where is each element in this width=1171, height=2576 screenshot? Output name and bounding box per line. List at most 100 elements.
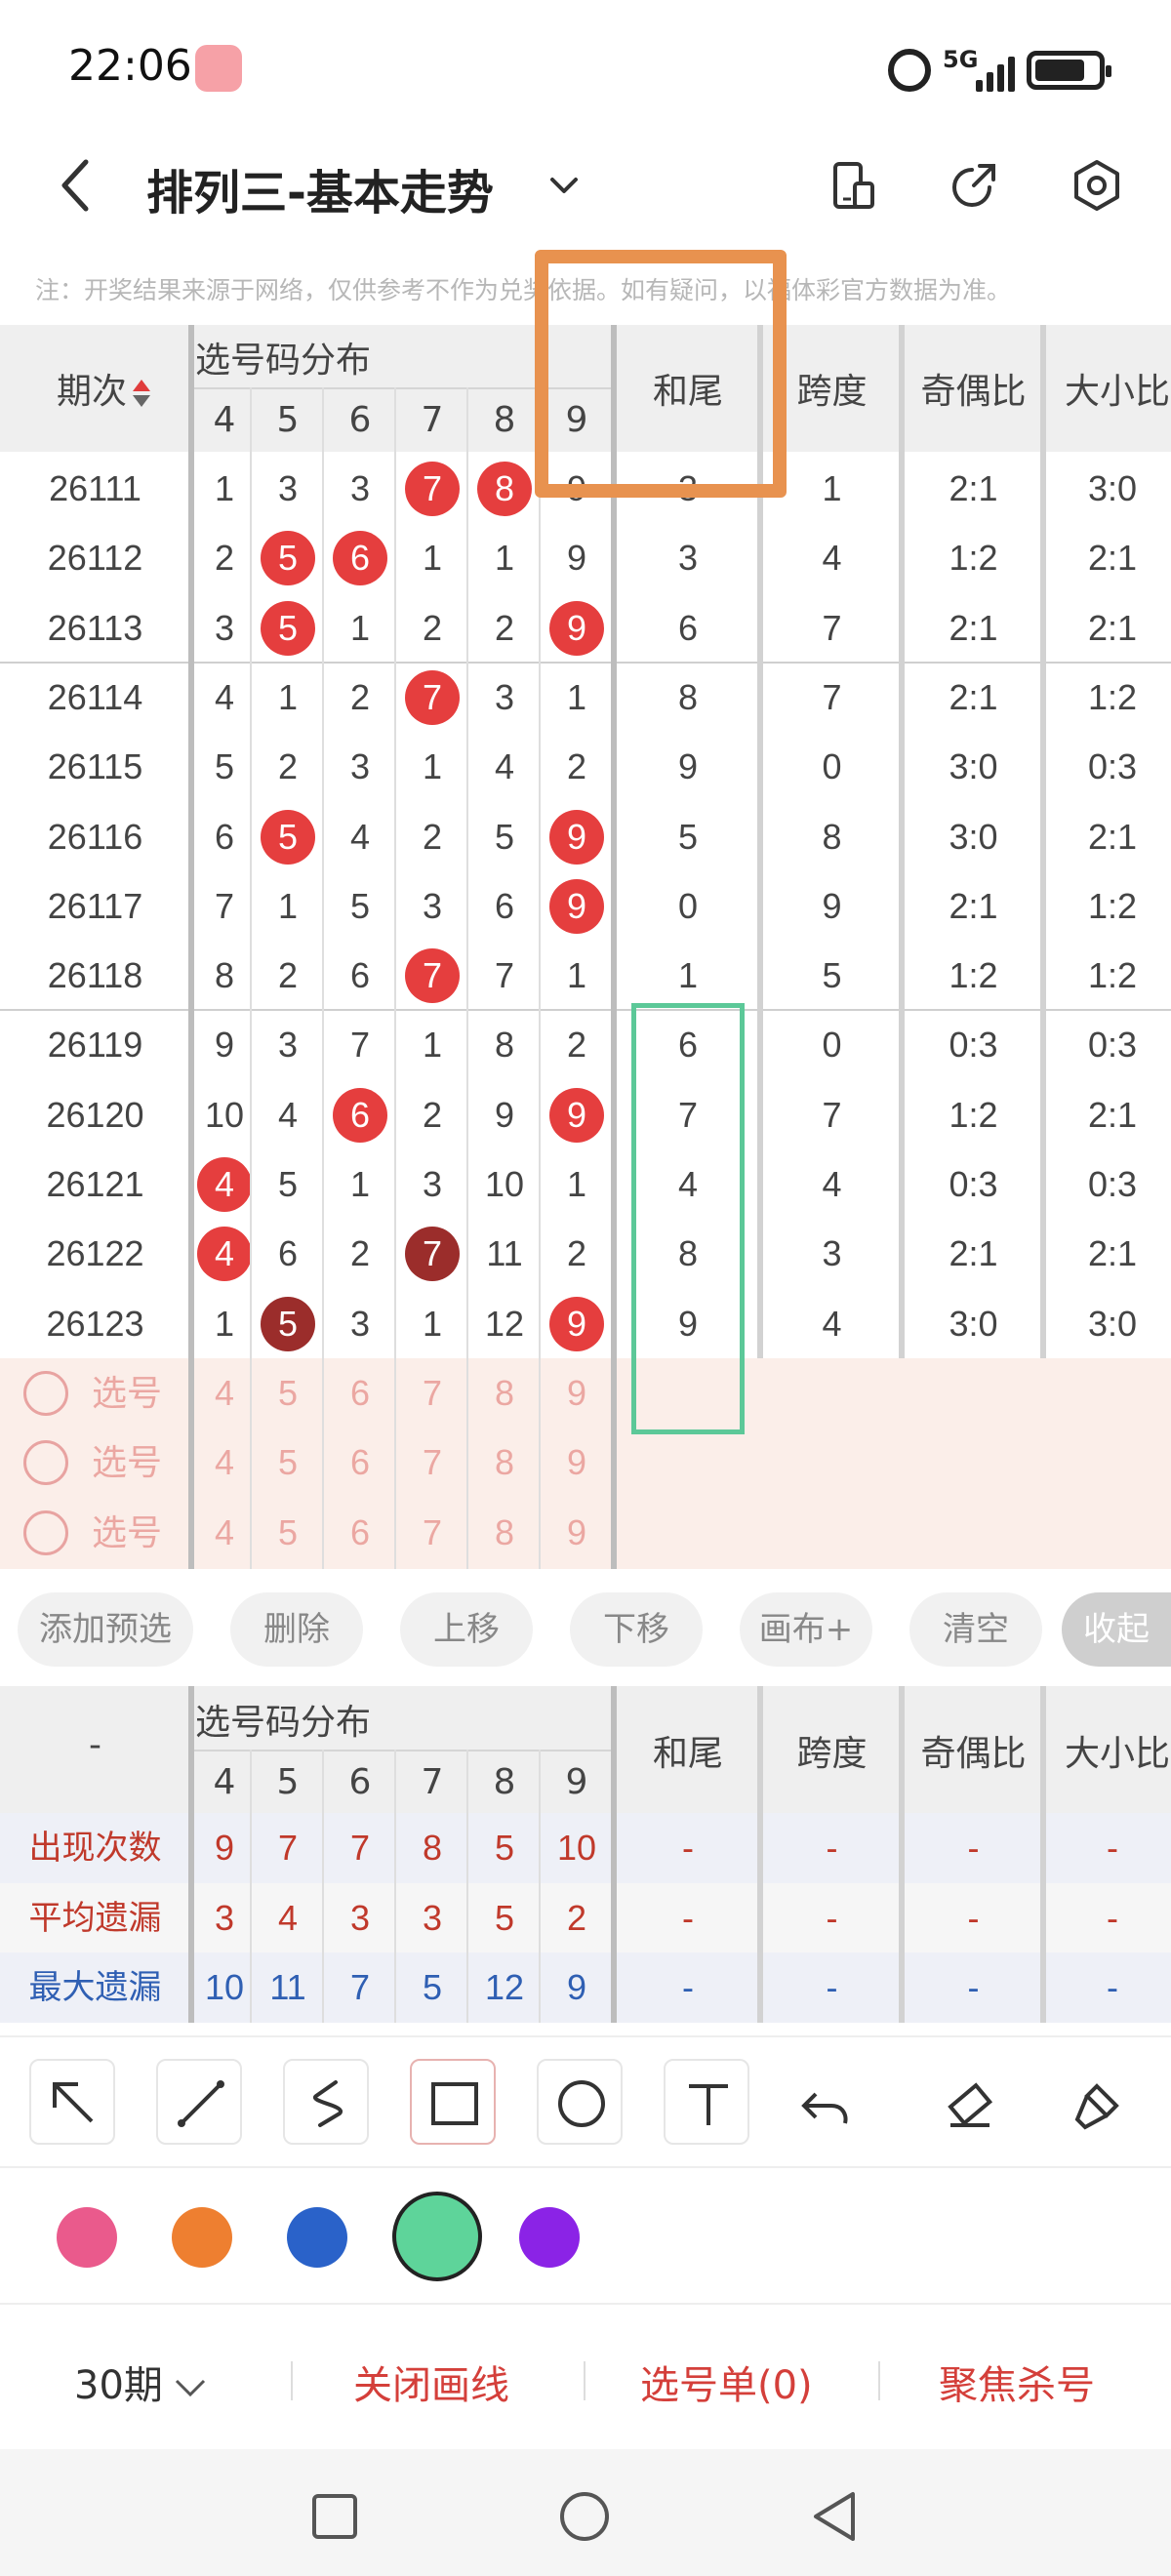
eraser-icon[interactable] (941, 2076, 999, 2135)
canvas-plus-button[interactable]: 画布+ (740, 1592, 872, 1667)
text-tool[interactable] (664, 2059, 749, 2145)
digit-cell: 5 (494, 816, 515, 857)
recents-icon[interactable] (310, 2492, 359, 2541)
color-palette (0, 2166, 1171, 2303)
preselect-digit[interactable]: 6 (324, 1358, 396, 1429)
close-line-button[interactable]: 关闭画线 (353, 2354, 509, 2410)
jiou-cell: 3:0 (949, 816, 998, 857)
digit-cell: 6 (214, 816, 235, 857)
stats-value: 3 (214, 1897, 235, 1938)
digit-cell: 9 (541, 1080, 613, 1150)
arrow-tool[interactable] (29, 2059, 115, 2145)
home-icon[interactable] (558, 2490, 611, 2543)
collapse-button[interactable]: 收起 (1062, 1592, 1171, 1667)
table-row[interactable]: 26113 3 5 1 2 2 9 6 7 2:1 2:1 (0, 593, 1171, 664)
color-swatch-purple[interactable] (519, 2207, 580, 2268)
preselect-digit[interactable]: 5 (252, 1498, 324, 1568)
color-swatch-orange[interactable] (172, 2207, 232, 2268)
preselect-digit[interactable]: 8 (468, 1358, 541, 1429)
delete-button[interactable]: 删除 (230, 1592, 363, 1667)
stats-daxiao-header: 大小比 (1064, 1734, 1170, 1774)
digit-cell: 5 (214, 746, 235, 787)
table-row[interactable]: 26116 6 5 4 2 5 9 5 8 3:0 2:1 (0, 802, 1171, 872)
add-preselect-button[interactable]: 添加预选 (18, 1592, 193, 1667)
preselect-digit[interactable]: 7 (396, 1428, 468, 1498)
undo-icon[interactable] (798, 2078, 853, 2133)
back-nav-icon[interactable] (810, 2490, 859, 2543)
preselect-digit[interactable]: 4 (193, 1358, 256, 1429)
kuadu-cell: 3 (822, 1233, 842, 1274)
move-up-button[interactable]: 上移 (400, 1592, 533, 1667)
curve-tool[interactable] (283, 2059, 369, 2145)
hit-ball: 4 (197, 1157, 252, 1212)
line-icon (178, 2080, 224, 2127)
kuadu-cell: 9 (822, 885, 842, 926)
color-swatch-pink[interactable] (57, 2207, 117, 2268)
drawn-rectangle-orange[interactable] (535, 250, 787, 498)
kuadu-cell: 7 (822, 1094, 842, 1135)
preselect-digit[interactable]: 6 (324, 1498, 396, 1568)
hit-ball: 5 (261, 809, 315, 865)
drawn-rectangle-green[interactable] (631, 1003, 745, 1434)
digit-cell: 4 (214, 676, 235, 717)
table-row[interactable]: 26121 4 5 1 3 10 1 4 4 0:3 0:3 (0, 1149, 1171, 1220)
pick-list-button[interactable]: 选号单(0) (640, 2354, 813, 2410)
preselect-digit[interactable]: 9 (541, 1358, 613, 1429)
preselect-digit[interactable]: 7 (396, 1498, 468, 1568)
preselect-digit[interactable]: 8 (468, 1498, 541, 1568)
focus-kill-button[interactable]: 聚焦杀号 (939, 2354, 1095, 2410)
preselect-digit[interactable]: 5 (252, 1428, 324, 1498)
circle-tool[interactable] (537, 2059, 623, 2145)
preselect-digit[interactable]: 8 (468, 1428, 541, 1498)
digit-cell: 10 (484, 1164, 525, 1204)
digit-cell: 1 (277, 676, 299, 717)
color-swatch-blue[interactable] (287, 2207, 347, 2268)
divider (394, 1750, 396, 2023)
stats-dash: - (1107, 1828, 1118, 1868)
hit-ball: 8 (477, 462, 532, 516)
digit-cell: 4 (494, 746, 515, 787)
preselect-digit[interactable]: 4 (193, 1428, 256, 1498)
clear-button[interactable]: 清空 (909, 1592, 1042, 1667)
sort-icon[interactable] (131, 376, 152, 411)
table-row[interactable]: 26122 4 6 2 7 11 2 8 3 2:1 2:1 (0, 1219, 1171, 1289)
color-swatch-green-selected[interactable] (392, 2192, 482, 2281)
jiou-cell: 2:1 (949, 607, 998, 648)
period-cell: 26111 (49, 468, 141, 508)
preselect-digit[interactable]: 7 (396, 1358, 468, 1429)
table-row[interactable]: 26123 1 5 3 1 12 9 9 4 3:0 3:0 (0, 1289, 1171, 1359)
table-row[interactable]: 26119 9 3 7 1 8 2 6 0 0:3 0:3 (0, 1010, 1171, 1080)
table-row[interactable]: 26120 10 4 6 2 9 9 7 7 1:2 2:1 (0, 1080, 1171, 1150)
stats-row: 最大遗漏 10 11 7 5 12 9 - - - - (0, 1952, 1171, 2023)
table-row[interactable]: 26112 2 5 6 1 1 9 3 4 1:2 2:1 (0, 523, 1171, 593)
preselect-digit[interactable]: 9 (541, 1498, 613, 1568)
digit-cell: 2 (566, 1233, 587, 1274)
divider (188, 325, 194, 1569)
preselect-digit[interactable]: 9 (541, 1428, 613, 1498)
digit-cell: 5 (349, 885, 371, 926)
table-row[interactable]: 26118 8 2 6 7 7 1 1 5 1:2 1:2 (0, 941, 1171, 1011)
preselect-row[interactable]: 选号 4 5 6 7 8 9 (0, 1358, 1171, 1429)
move-down-button[interactable]: 下移 (570, 1592, 703, 1667)
preselect-radio[interactable] (23, 1440, 68, 1486)
stats-digit-header: 9 (565, 1762, 588, 1802)
preselect-row[interactable]: 选号 4 5 6 7 8 9 (0, 1498, 1171, 1568)
line-tool[interactable] (156, 2059, 242, 2145)
table-row[interactable]: 26114 4 1 2 7 3 1 8 7 2:1 1:2 (0, 663, 1171, 733)
rectangle-tool[interactable] (410, 2059, 496, 2145)
preselect-radio[interactable] (23, 1509, 68, 1555)
preselect-digit[interactable]: 6 (324, 1428, 396, 1498)
preselect-digit[interactable]: 5 (252, 1358, 324, 1429)
preselect-digit[interactable]: 4 (193, 1498, 256, 1568)
digit-cell: 3 (277, 468, 299, 508)
digit-cell: 7 (396, 941, 468, 1011)
col-period-header[interactable]: 期次 (57, 363, 152, 414)
table-row[interactable]: 26117 7 1 5 3 6 9 0 9 2:1 1:2 (0, 871, 1171, 942)
kuadu-cell: 7 (822, 676, 842, 717)
preselect-row[interactable]: 选号 4 5 6 7 8 9 (0, 1428, 1171, 1498)
table-row[interactable]: 26115 5 2 3 1 4 2 9 0 3:0 0:3 (0, 732, 1171, 802)
rectangle-icon (431, 2082, 478, 2125)
period-select[interactable]: 30期 (74, 2354, 210, 2410)
clear-brush-icon[interactable] (1068, 2076, 1126, 2135)
preselect-radio[interactable] (23, 1370, 68, 1416)
